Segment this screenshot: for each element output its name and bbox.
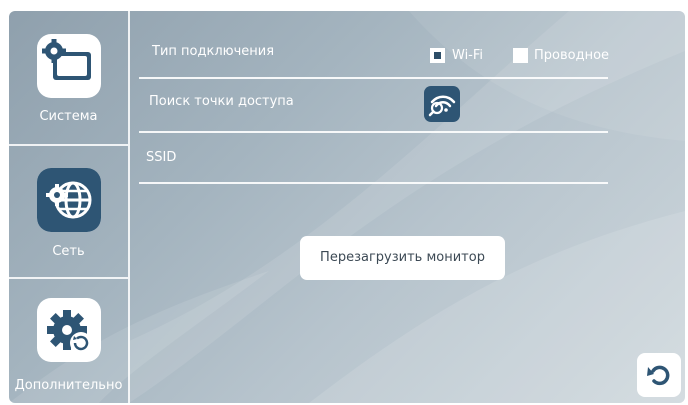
wifi-option-label: Wi-Fi (452, 48, 484, 63)
sidebar-item-label: Сеть (52, 244, 85, 259)
wifi-search-icon (428, 95, 456, 117)
sidebar-item-label: Дополнительно (14, 378, 123, 393)
wired-checkbox[interactable] (513, 48, 528, 63)
connection-type-label: Тип подключения (152, 44, 275, 59)
wired-option-label: Проводное (534, 48, 610, 63)
network-globe-icon (37, 168, 101, 232)
sidebar-item-network[interactable]: Сеть (9, 146, 128, 277)
reboot-monitor-button[interactable]: Перезагрузить монитор (300, 236, 505, 280)
screen: Система Сеть Дополнительно Тип подключен… (9, 11, 685, 403)
sidebar-item-advanced[interactable]: Дополнительно (9, 279, 128, 403)
back-arrow-icon (647, 365, 670, 386)
divider (139, 131, 608, 133)
wifi-checkbox[interactable] (430, 48, 445, 63)
ssid-label: SSID (146, 150, 177, 165)
sidebar-item-label: Система (39, 109, 98, 124)
sidebar-item-system[interactable]: Система (9, 11, 128, 144)
back-button[interactable] (637, 353, 681, 397)
access-point-label: Поиск точки доступа (149, 94, 294, 109)
divider (139, 182, 608, 184)
settings-screen-icon (37, 34, 101, 98)
checkbox-checked-mark (434, 52, 441, 59)
gear-refresh-icon (37, 298, 101, 362)
divider (139, 77, 608, 79)
sidebar: Система Сеть Дополнительно (9, 11, 130, 403)
wifi-search-button[interactable] (424, 86, 460, 122)
